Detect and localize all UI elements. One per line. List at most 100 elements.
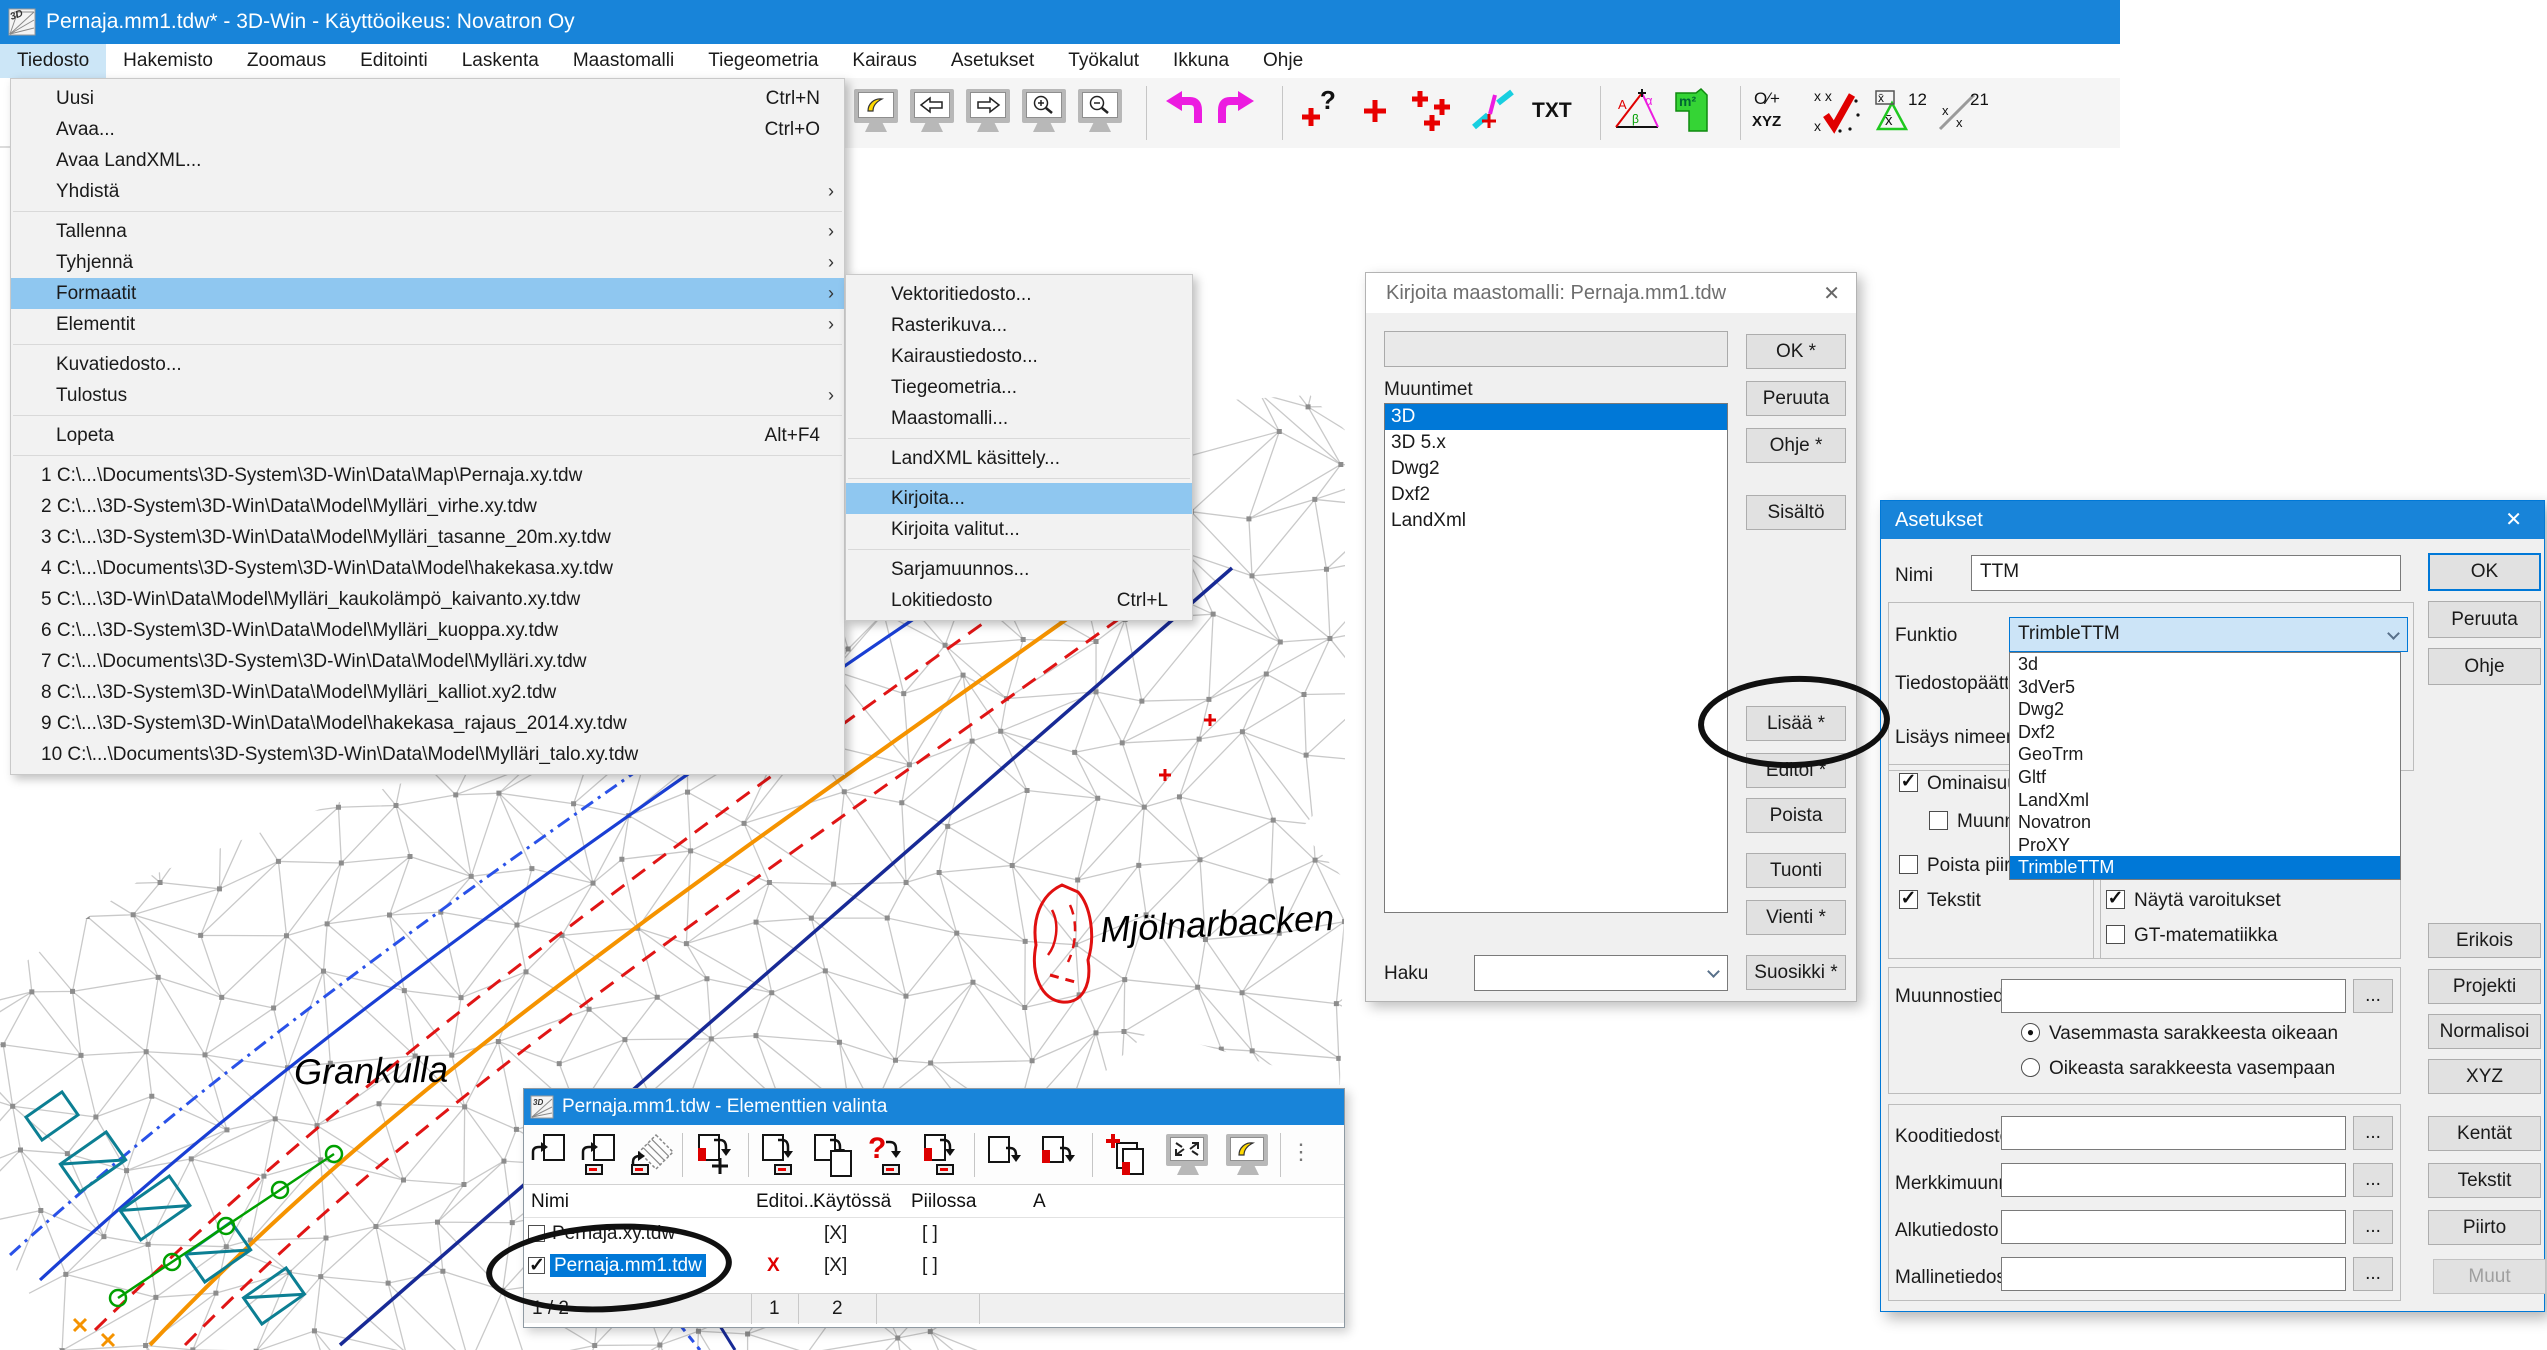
add-point-icon[interactable]	[1352, 87, 1400, 139]
menu-item-yhdista[interactable]: Yhdistä›	[11, 176, 844, 207]
menu-hakemisto[interactable]: Hakemisto	[106, 44, 230, 78]
menu-kairaus[interactable]: Kairaus	[835, 44, 933, 78]
menu-item-kuvatiedosto[interactable]: Kuvatiedosto...	[11, 349, 844, 380]
redraw-monitor-icon[interactable]	[852, 87, 900, 139]
submenu-item-kirjoita[interactable]: Kirjoita...	[846, 483, 1192, 514]
option-gltf[interactable]: Gltf	[2010, 766, 2400, 789]
save-file-as-icon[interactable]	[812, 1132, 856, 1178]
help-button[interactable]: Ohje *	[1746, 428, 1846, 463]
pan-left-monitor-icon[interactable]	[908, 87, 956, 139]
text-icon[interactable]: TXT	[1530, 87, 1578, 139]
submenu-item-kirjoita-valitut[interactable]: Kirjoita valitut...	[846, 514, 1192, 545]
merkkimuunnos-input[interactable]	[2001, 1163, 2346, 1197]
add-point-query-icon[interactable]: ?	[1296, 87, 1344, 139]
snap-line-icon[interactable]	[1470, 87, 1518, 139]
menu-item-lopeta[interactable]: LopetaAlt+F4	[11, 420, 844, 451]
menu-ohje[interactable]: Ohje	[1246, 44, 1320, 78]
erikois-button[interactable]: Erikois	[2428, 923, 2541, 958]
option-dxf2[interactable]: Dxf2	[2010, 721, 2400, 744]
muunnostiedosto-input[interactable]	[2001, 979, 2346, 1013]
list-item-landxml[interactable]: LandXml	[1385, 508, 1727, 534]
recent-file-6[interactable]: 6 C:\...\3D-System\3D-Win\Data\Model\Myl…	[11, 615, 844, 646]
column-header-piilossa[interactable]: Piilossa	[911, 1191, 976, 1213]
write-dialog-titlebar[interactable]: Kirjoita maastomalli: Pernaja.mm1.tdw	[1366, 273, 1856, 313]
submenu-item-landxml-kasittely[interactable]: LandXML käsittely...	[846, 443, 1192, 474]
normalisoi-button[interactable]: Normalisoi	[2428, 1014, 2541, 1049]
alkutiedosto-input[interactable]	[2001, 1210, 2346, 1244]
alkutiedosto-browse-button[interactable]: ...	[2353, 1210, 2393, 1244]
merkkimuunnos-browse-button[interactable]: ...	[2353, 1163, 2393, 1197]
submenu-item-kairaustiedosto[interactable]: Kairaustiedosto...	[846, 341, 1192, 372]
export-button[interactable]: Vienti *	[1746, 900, 1846, 935]
recent-file-5[interactable]: 5 C:\...\3D-Win\Data\Model\Mylläri_kauko…	[11, 584, 844, 615]
cancel-button[interactable]: Peruuta	[1746, 381, 1846, 416]
settings-titlebar[interactable]: Asetukset	[1881, 501, 2544, 539]
menu-item-tulostus[interactable]: Tulostus›	[11, 380, 844, 411]
menu-laskenta[interactable]: Laskenta	[445, 44, 556, 78]
muunnostiedosto-browse-button[interactable]: ...	[2353, 979, 2393, 1013]
menu-tyokalut[interactable]: Työkalut	[1051, 44, 1156, 78]
name-input[interactable]: TTM	[1971, 555, 2401, 591]
option-dwg2[interactable]: Dwg2	[2010, 698, 2400, 721]
chevron-down-icon[interactable]	[1707, 965, 1720, 978]
xyz-button[interactable]: XYZ	[2428, 1059, 2541, 1094]
submenu-item-vektoritiedosto[interactable]: Vektoritiedosto...	[846, 279, 1192, 310]
menu-tiedosto[interactable]: Tiedosto	[0, 44, 106, 78]
recent-file-7[interactable]: 7 C:\...\Documents\3D-System\3D-Win\Data…	[11, 646, 844, 677]
import-button[interactable]: Tuonti	[1746, 853, 1846, 888]
menu-item-uusi[interactable]: UusiCtrl+N	[11, 83, 844, 114]
add-points-icon[interactable]	[1408, 87, 1456, 139]
menu-item-tallenna[interactable]: Tallenna›	[11, 216, 844, 247]
area-m2-icon[interactable]: m²	[1672, 87, 1720, 139]
submenu-item-sarjamuunnos[interactable]: Sarjamuunnos...	[846, 554, 1192, 585]
recent-file-2[interactable]: 2 C:\...\3D-System\3D-Win\Data\Model\Myl…	[11, 491, 844, 522]
left-to-right-radio[interactable]: ●	[2021, 1023, 2040, 1042]
nayta-varoitukset-checkbox[interactable]: ✓	[2106, 890, 2125, 909]
menu-item-avaa-landxml[interactable]: Avaa LandXML...	[11, 145, 844, 176]
mallinetiedosto-browse-button[interactable]: ...	[2353, 1257, 2393, 1291]
submenu-item-tiegeometria[interactable]: Tiegeometria...	[846, 372, 1192, 403]
piirto-button[interactable]: Piirto	[2428, 1210, 2541, 1245]
gt-matematiikka-checkbox[interactable]	[2106, 925, 2125, 944]
recent-file-4[interactable]: 4 C:\...\Documents\3D-System\3D-Win\Data…	[11, 553, 844, 584]
menu-maastomalli[interactable]: Maastomalli	[556, 44, 691, 78]
option-landxml[interactable]: LandXml	[2010, 789, 2400, 812]
angle-measure-icon[interactable]: Aαβ	[1612, 87, 1660, 139]
read-file-format-icon[interactable]	[579, 1132, 623, 1178]
option-proxy[interactable]: ProXY	[2010, 834, 2400, 857]
option-novatron[interactable]: Novatron	[2010, 811, 2400, 834]
redraw-monitor-icon-2[interactable]	[1224, 1132, 1268, 1178]
kooditiedosto-browse-button[interactable]: ...	[2353, 1116, 2393, 1150]
recent-file-1[interactable]: 1 C:\...\Documents\3D-System\3D-Win\Data…	[11, 460, 844, 491]
submenu-item-maastomalli[interactable]: Maastomalli...	[846, 403, 1192, 434]
write-active-file-icon[interactable]	[1038, 1132, 1082, 1178]
menu-editointi[interactable]: Editointi	[343, 44, 445, 78]
zoom-in-monitor-icon[interactable]	[1020, 87, 1068, 139]
check-points-icon[interactable]: x xx	[1812, 87, 1860, 139]
kentat-button[interactable]: Kentät	[2428, 1116, 2541, 1151]
chevron-down-icon[interactable]	[2387, 627, 2400, 640]
menu-item-tyhjenna[interactable]: Tyhjennä›	[11, 247, 844, 278]
column-header-nimi[interactable]: Nimi	[531, 1191, 569, 1213]
redo-icon[interactable]	[1214, 87, 1262, 139]
tekstit-button[interactable]: Tekstit	[2428, 1163, 2541, 1198]
search-combobox[interactable]	[1474, 955, 1728, 991]
line-count-icon[interactable]: xx21	[1934, 87, 1982, 139]
zoom-out-monitor-icon[interactable]	[1076, 87, 1124, 139]
option-geotrm[interactable]: GeoTrm	[2010, 743, 2400, 766]
list-item-dxf2[interactable]: Dxf2	[1385, 482, 1727, 508]
toolbar-overflow-dots[interactable]: ⋮	[1290, 1139, 1313, 1165]
close-icon[interactable]: ✕	[1823, 281, 1840, 306]
option-3d[interactable]: 3d	[2010, 653, 2400, 676]
query-save-icon[interactable]: ?	[866, 1132, 910, 1178]
menu-zoomaus[interactable]: Zoomaus	[230, 44, 343, 78]
tekstit-checkbox[interactable]: ✓	[1899, 890, 1918, 909]
favorite-button[interactable]: Suosikki *	[1746, 955, 1846, 990]
menu-ikkuna[interactable]: Ikkuna	[1156, 44, 1246, 78]
ominaisuus-checkbox[interactable]: ✓	[1899, 773, 1918, 792]
kooditiedosto-input[interactable]	[2001, 1116, 2346, 1150]
menu-item-elementit[interactable]: Elementit›	[11, 309, 844, 340]
close-icon[interactable]: ✕	[2505, 507, 2522, 532]
elements-window-titlebar[interactable]: 3D Pernaja.mm1.tdw - Elementtien valinta	[524, 1089, 1344, 1125]
save-active-file-icon[interactable]	[920, 1132, 964, 1178]
